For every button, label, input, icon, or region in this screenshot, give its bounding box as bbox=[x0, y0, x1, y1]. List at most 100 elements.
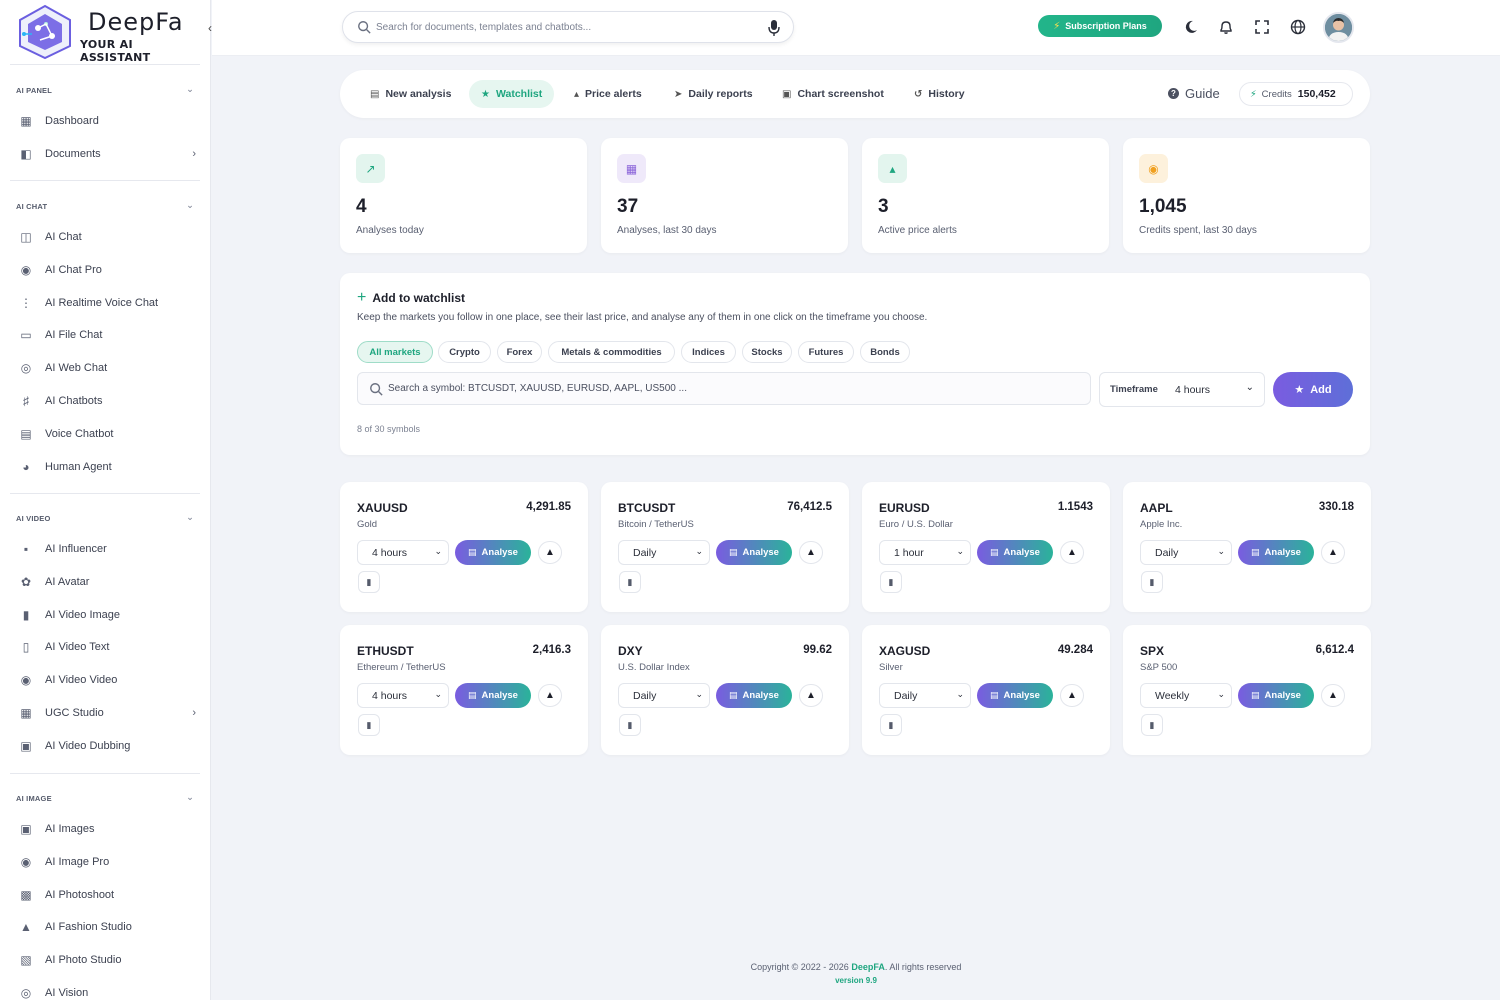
sidebar-item-ai-photoshoot[interactable]: ▩ AI Photoshoot bbox=[18, 884, 196, 906]
analyse-button[interactable]: ▤ Analyse bbox=[455, 683, 531, 708]
timeframe-select[interactable]: 1 hour ⌄ bbox=[879, 540, 971, 565]
sidebar-item-ai-influencer[interactable]: ▪ AI Influencer bbox=[18, 538, 196, 560]
analyse-button[interactable]: ▤ Analyse bbox=[977, 683, 1053, 708]
tab-chart-screenshot[interactable]: ▣ Chart screenshot bbox=[770, 80, 896, 108]
timeframe-select[interactable]: Timeframe 4 hours ⌄ bbox=[1099, 372, 1265, 407]
timeframe-select[interactable]: Daily ⌄ bbox=[618, 540, 710, 565]
analyse-button[interactable]: ▤ Analyse bbox=[1238, 683, 1314, 708]
sidebar-collapse-icon[interactable]: ‹ bbox=[203, 20, 217, 36]
user-avatar[interactable] bbox=[1323, 12, 1354, 43]
sidebar-item-ai-video-text[interactable]: ▯ AI Video Text bbox=[18, 636, 196, 658]
logo[interactable]: DeepFa YOUR AI ASSISTANT bbox=[16, 4, 201, 64]
delete-trash-icon[interactable]: ▮ bbox=[619, 571, 641, 593]
sidebar-item-ai-chat-pro[interactable]: ◉ AI Chat Pro bbox=[18, 259, 196, 281]
market-filter-forex[interactable]: Forex bbox=[497, 341, 542, 363]
analyse-button[interactable]: ▤ Analyse bbox=[977, 540, 1053, 565]
tab-price-alerts[interactable]: ▴ Price alerts bbox=[562, 80, 654, 108]
timeframe-select[interactable]: Daily ⌄ bbox=[879, 683, 971, 708]
delete-trash-icon[interactable]: ▮ bbox=[880, 714, 902, 736]
delete-trash-icon[interactable]: ▮ bbox=[619, 714, 641, 736]
analyse-button[interactable]: ▤ Analyse bbox=[716, 683, 792, 708]
tab-history[interactable]: ↺ History bbox=[902, 80, 977, 108]
sidebar-item-ai-web-chat[interactable]: ◎ AI Web Chat bbox=[18, 357, 196, 379]
sidebar-item-ai-video-dubbing[interactable]: ▣ AI Video Dubbing bbox=[18, 735, 196, 757]
price-alert-bell-icon[interactable]: ▲ bbox=[1321, 684, 1345, 707]
sidebar-item-ai-video-image[interactable]: ▮ AI Video Image bbox=[18, 604, 196, 626]
price-alert-bell-icon[interactable]: ▲ bbox=[1060, 684, 1084, 707]
sidebar-item-ai-image-pro[interactable]: ◉ AI Image Pro bbox=[18, 851, 196, 873]
analyse-button[interactable]: ▤ Analyse bbox=[1238, 540, 1314, 565]
language-globe-icon[interactable] bbox=[1290, 19, 1306, 35]
sidebar-item-voice-chatbot[interactable]: ▤ Voice Chatbot bbox=[18, 423, 196, 445]
sidebar-item-ugc-studio[interactable]: ▦ UGC Studio › bbox=[18, 702, 196, 724]
timeframe-select[interactable]: Weekly ⌄ bbox=[1140, 683, 1232, 708]
market-filter-stocks[interactable]: Stocks bbox=[742, 341, 792, 363]
subscription-plans-button[interactable]: ⚡ Subscription Plans bbox=[1038, 15, 1162, 37]
watchlist-card: XAUUSD 4,291.85 Gold 4 hours ⌄ ▤ Analyse ▲… bbox=[340, 482, 588, 612]
symbol-name: S&P 500 bbox=[1140, 662, 1178, 673]
sidebar-item-ai-realtime-voice-chat[interactable]: ⋮ AI Realtime Voice Chat bbox=[18, 292, 196, 314]
delete-trash-icon[interactable]: ▮ bbox=[880, 571, 902, 593]
delete-trash-icon[interactable]: ▮ bbox=[358, 714, 380, 736]
add-symbol-button[interactable]: ★ Add bbox=[1273, 372, 1353, 407]
analyse-button[interactable]: ▤ Analyse bbox=[716, 540, 792, 565]
price-alert-bell-icon[interactable]: ▲ bbox=[1060, 541, 1084, 564]
market-filter-futures[interactable]: Futures bbox=[798, 341, 854, 363]
dashboard-icon: ▦ bbox=[20, 114, 32, 128]
symbol-name: Euro / U.S. Dollar bbox=[879, 519, 953, 530]
price-alert-bell-icon[interactable]: ▲ bbox=[799, 684, 823, 707]
sidebar-item-documents[interactable]: ◧ Documents › bbox=[18, 143, 196, 165]
sidebar-section-title[interactable]: AI IMAGE ⌄ bbox=[16, 792, 196, 803]
delete-trash-icon[interactable]: ▮ bbox=[1141, 571, 1163, 593]
sidebar-section-title[interactable]: AI PANEL ⌄ bbox=[16, 84, 196, 95]
delete-trash-icon[interactable]: ▮ bbox=[358, 571, 380, 593]
sidebar-item-ai-video-video[interactable]: ◉ AI Video Video bbox=[18, 669, 196, 691]
sidebar-item-label: AI Images bbox=[45, 823, 95, 835]
timeframe-select[interactable]: Daily ⌄ bbox=[1140, 540, 1232, 565]
price-alert-bell-icon[interactable]: ▲ bbox=[1321, 541, 1345, 564]
global-search-input[interactable]: Search for documents, templates and chat… bbox=[342, 11, 794, 43]
sidebar-item-dashboard[interactable]: ▦ Dashboard bbox=[18, 110, 196, 132]
timeframe-select[interactable]: 4 hours ⌄ bbox=[357, 540, 449, 565]
tab-daily-reports[interactable]: ➤ Daily reports bbox=[662, 80, 765, 108]
market-filter-crypto[interactable]: Crypto bbox=[438, 341, 491, 363]
sidebar-section-title[interactable]: AI CHAT ⌄ bbox=[16, 200, 196, 211]
sidebar-item-ai-chat[interactable]: ◫ AI Chat bbox=[18, 226, 196, 248]
avatar-icon bbox=[1325, 14, 1352, 41]
sidebar-item-ai-file-chat[interactable]: ▭ AI File Chat bbox=[18, 324, 196, 346]
sidebar-item-ai-photo-studio[interactable]: ▧ AI Photo Studio bbox=[18, 949, 196, 971]
sidebar-section-title[interactable]: AI VIDEO ⌄ bbox=[16, 512, 196, 523]
guide-button[interactable]: ? Guide bbox=[1168, 86, 1220, 101]
ugc-icon: ▦ bbox=[20, 706, 32, 720]
price-alert-bell-icon[interactable]: ▲ bbox=[799, 541, 823, 564]
timeframe-select[interactable]: Daily ⌄ bbox=[618, 683, 710, 708]
delete-trash-icon[interactable]: ▮ bbox=[1141, 714, 1163, 736]
sidebar-section-label: AI IMAGE bbox=[16, 794, 52, 803]
tab-new-analysis[interactable]: ▤ New analysis bbox=[358, 80, 463, 108]
analyse-button[interactable]: ▤ Analyse bbox=[455, 540, 531, 565]
market-filter-bonds[interactable]: Bonds bbox=[860, 341, 910, 363]
sidebar-item-human-agent[interactable]: ◕ Human Agent bbox=[18, 456, 196, 478]
fullscreen-icon[interactable] bbox=[1254, 19, 1270, 35]
chevron-down-icon: ⌄ bbox=[956, 546, 964, 556]
footer-brand-link[interactable]: DeepFA bbox=[851, 962, 885, 972]
market-filter-metals-commodities[interactable]: Metals & commodities bbox=[548, 341, 675, 363]
sidebar-item-ai-vision[interactable]: ◎ AI Vision bbox=[18, 982, 196, 1000]
market-filter-all-markets[interactable]: All markets bbox=[357, 341, 433, 363]
symbol-search-input[interactable]: Search a symbol: BTCUSDT, XAUUSD, EURUSD… bbox=[357, 372, 1091, 405]
sidebar-item-ai-avatar[interactable]: ✿ AI Avatar bbox=[18, 571, 196, 593]
dark-mode-icon[interactable] bbox=[1183, 19, 1199, 35]
microphone-icon[interactable] bbox=[767, 19, 781, 37]
tab-watchlist[interactable]: ★ Watchlist bbox=[469, 80, 555, 108]
sidebar-item-label: AI Vision bbox=[45, 987, 89, 999]
timeframe-select[interactable]: 4 hours ⌄ bbox=[357, 683, 449, 708]
sidebar-item-ai-chatbots[interactable]: ♯ AI Chatbots bbox=[18, 390, 196, 412]
sidebar-item-ai-fashion-studio[interactable]: ▲ AI Fashion Studio bbox=[18, 916, 196, 938]
notification-bell-icon[interactable] bbox=[1218, 19, 1234, 35]
sidebar-item-ai-images[interactable]: ▣ AI Images bbox=[18, 818, 196, 840]
star-icon: ★ bbox=[481, 88, 490, 100]
market-filter-indices[interactable]: Indices bbox=[681, 341, 736, 363]
photoshoot-icon: ▩ bbox=[20, 887, 32, 902]
price-alert-bell-icon[interactable]: ▲ bbox=[538, 684, 562, 707]
price-alert-bell-icon[interactable]: ▲ bbox=[538, 541, 562, 564]
